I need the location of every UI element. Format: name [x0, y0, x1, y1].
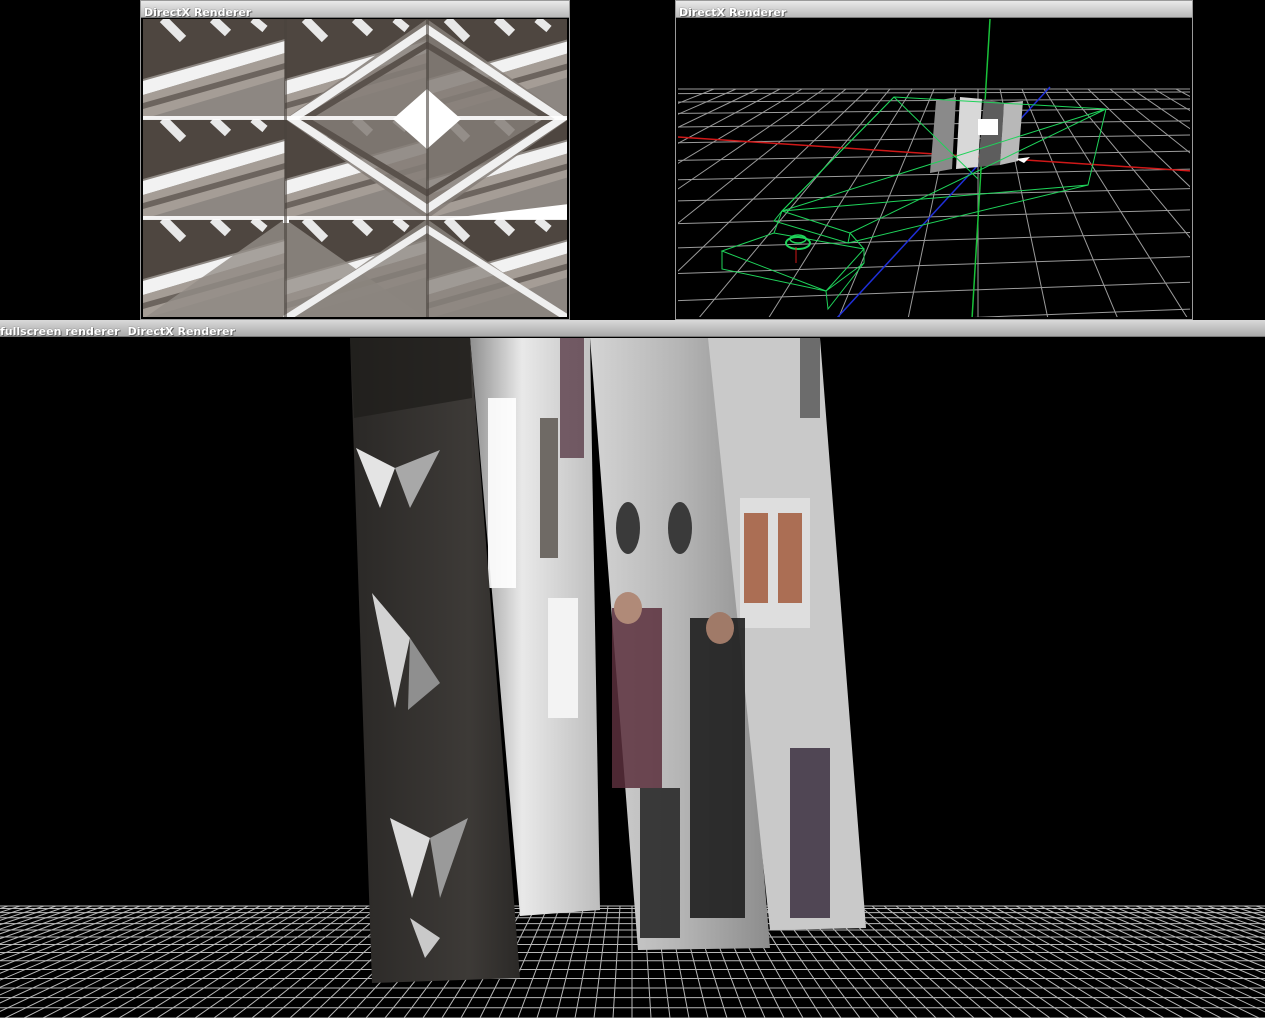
grid-line [1159, 905, 1265, 945]
fullscreen-titlebar[interactable]: fullscreen renderer DirectX Renderer [0, 320, 1265, 338]
grid-line [42, 905, 261, 1018]
grid-line [678, 88, 803, 164]
grid-line [1099, 905, 1265, 975]
grid-line [678, 88, 781, 144]
grid-line [678, 91, 1190, 95]
scene-view-window[interactable]: DirectX Renderer [675, 0, 1193, 320]
camera-frustum[interactable] [720, 96, 1107, 311]
fullscreen-viewport[interactable] [0, 338, 1265, 1018]
grid-line [194, 905, 357, 1018]
grid-line [1243, 905, 1265, 914]
grid-line [678, 88, 759, 128]
image-panel-crowd[interactable] [590, 338, 866, 950]
scene-3d-canvas[interactable] [678, 19, 1190, 317]
grid-line [678, 281, 1190, 302]
texture-preview-titlebar[interactable]: DirectX Renderer [141, 1, 569, 19]
texture-tile-grid [143, 19, 567, 317]
grid-line [943, 905, 1127, 1018]
fullscreen-renderer-window[interactable]: fullscreen renderer DirectX Renderer [0, 320, 1265, 1018]
scene-view-titlebar[interactable]: DirectX Renderer [676, 1, 1192, 19]
grid-line [536, 905, 573, 1018]
grid-line [1003, 905, 1222, 1018]
grid-line [137, 905, 321, 1018]
grid-line [678, 88, 715, 104]
grid-line [838, 88, 935, 317]
scene-viewport[interactable] [678, 19, 1190, 317]
grid-line [871, 905, 1013, 1018]
grid-line [574, 905, 597, 1018]
fullscreen-canvas[interactable] [0, 338, 1265, 1018]
texture-preview-viewport[interactable] [143, 19, 567, 317]
grid-line [973, 308, 1190, 317]
grid-line [0, 905, 93, 940]
grid-line [678, 88, 825, 190]
grid-line [699, 88, 891, 317]
grid-line [678, 88, 869, 272]
grid-line [612, 905, 621, 1018]
fullscreen-title: DirectX Renderer [127, 325, 235, 338]
grid-line [1021, 88, 1118, 317]
grid-line [967, 905, 1165, 1018]
fullscreen-title-prefix: fullscreen renderer [0, 325, 120, 338]
grid-line [1063, 905, 1265, 996]
grid-line [847, 905, 975, 1018]
textured-quads[interactable] [930, 97, 1023, 173]
grid-line [99, 905, 297, 1018]
grid-line [517, 905, 561, 1018]
grid-line [61, 905, 273, 1018]
grid-line [907, 905, 1070, 1018]
scene-view-title: DirectX Renderer [679, 6, 787, 19]
grid-line [555, 905, 585, 1018]
floor-grid [678, 88, 1190, 317]
grid-line [593, 905, 609, 1018]
texture-preview-title: DirectX Renderer [144, 6, 252, 19]
texture-preview-window[interactable]: DirectX Renderer [140, 0, 570, 320]
grid-line [991, 905, 1203, 1018]
grid-line [0, 905, 201, 996]
grid-line [678, 256, 1190, 275]
grid-line [0, 905, 165, 974]
grid-line [678, 88, 847, 224]
camera-icon[interactable] [785, 234, 811, 263]
floor-grid-fullscreen [0, 905, 1265, 1018]
